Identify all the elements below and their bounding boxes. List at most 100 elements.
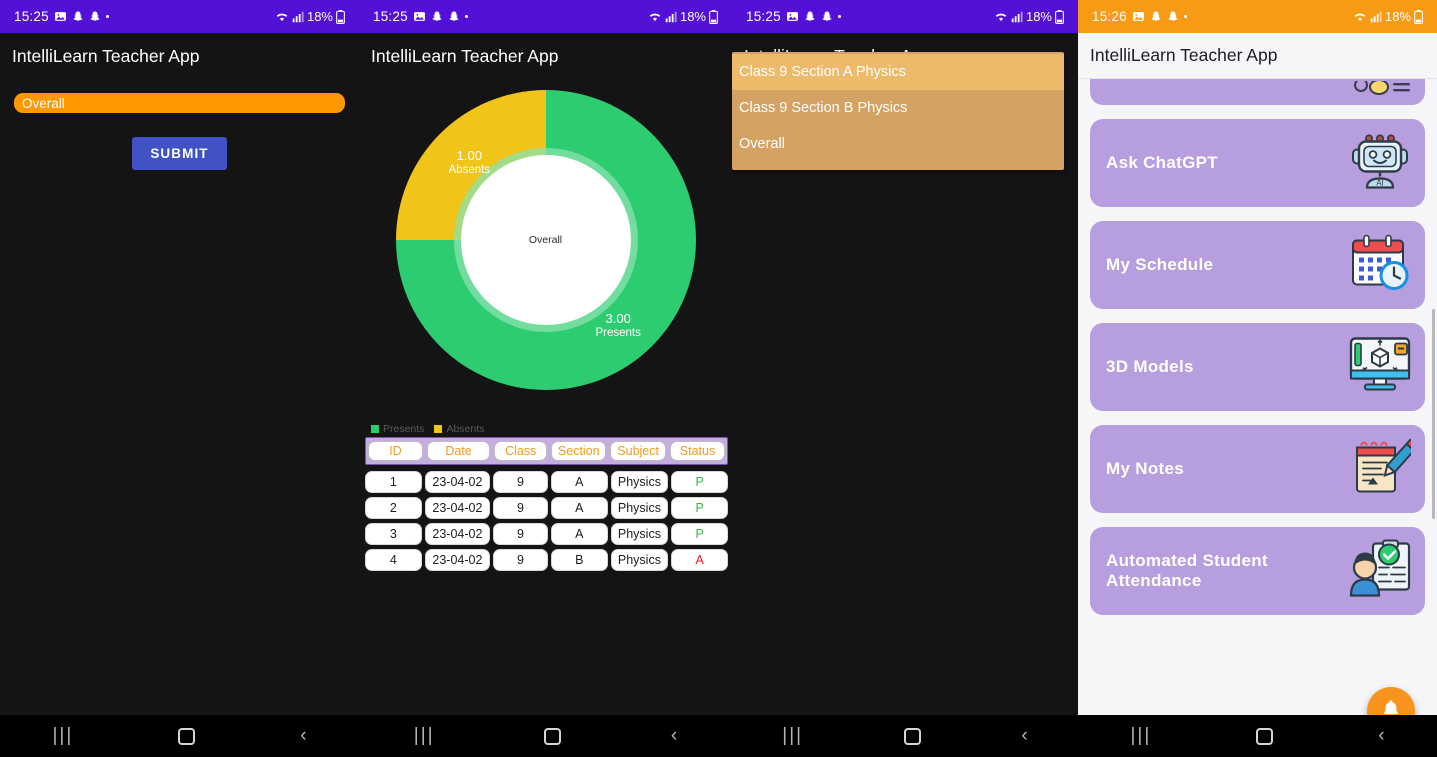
svg-text:AI: AI xyxy=(1376,179,1384,188)
chart-legend: Presents Absents xyxy=(365,419,732,437)
more-dot-icon xyxy=(106,15,109,18)
donut-center-label: Overall xyxy=(529,234,562,246)
battery-icon xyxy=(709,10,718,24)
cell-status: A xyxy=(671,549,728,571)
legend-label-presents: Presents xyxy=(383,423,424,435)
snapchat-icon xyxy=(1150,10,1162,23)
clock: 15:25 xyxy=(373,9,408,24)
cell-class: 9 xyxy=(493,549,548,571)
back-icon[interactable]: ‹ xyxy=(1378,725,1384,747)
status-bar: 15:25 18% xyxy=(732,0,1078,33)
android-nav-bar: ||| ‹ xyxy=(1078,715,1437,757)
cell-section: A xyxy=(551,523,608,545)
col-header-class: Class xyxy=(494,441,547,461)
cell-id: 3 xyxy=(365,523,422,545)
cell-id: 4 xyxy=(365,549,422,571)
clock: 15:25 xyxy=(14,9,49,24)
back-icon[interactable]: ‹ xyxy=(300,725,306,747)
snapchat-icon-2 xyxy=(1167,10,1179,23)
legend-item-absents: Absents xyxy=(434,423,484,435)
status-bar-left: 15:26 xyxy=(1092,9,1187,24)
card-label: 3D Models xyxy=(1106,357,1194,377)
wifi-icon xyxy=(275,11,289,23)
feature-card-ask-chatgpt[interactable]: Ask ChatGPT xyxy=(1090,119,1425,207)
status-bar-left: 15:25 xyxy=(746,9,841,24)
wifi-icon xyxy=(994,11,1008,23)
donut-svg-wrap: Overall 1.00 Absents 3.00 Presents xyxy=(391,85,701,395)
battery-icon xyxy=(336,10,345,24)
home-icon[interactable] xyxy=(544,728,561,745)
signal-icon xyxy=(292,11,304,23)
battery-percent: 18% xyxy=(680,9,706,24)
photo-icon xyxy=(413,10,426,23)
status-bar: 15:25 18% xyxy=(0,0,359,33)
vertical-scrollbar[interactable] xyxy=(1432,309,1435,519)
cell-date: 23-04-02 xyxy=(425,471,490,493)
android-nav-bar: ||| ‹ xyxy=(359,715,732,757)
more-dot-icon xyxy=(838,15,841,18)
cell-class: 9 xyxy=(493,523,548,545)
status-bar: 15:25 18% xyxy=(359,0,732,33)
back-icon[interactable]: ‹ xyxy=(671,725,677,747)
monitor-cube-icon xyxy=(1349,337,1411,398)
back-icon[interactable]: ‹ xyxy=(1021,725,1027,747)
class-spinner[interactable]: Overall xyxy=(14,93,345,113)
screenshot-root: 15:25 18% IntelliLearn Teacher App Overa… xyxy=(0,0,1437,757)
recents-icon[interactable]: ||| xyxy=(1130,725,1151,747)
dropdown-option-class-9-a[interactable]: Class 9 Section A Physics xyxy=(732,54,1064,90)
calendar-clock-icon xyxy=(1351,235,1411,296)
spinner-value: Overall xyxy=(22,96,65,111)
cell-subject: Physics xyxy=(611,523,669,545)
recents-icon[interactable]: ||| xyxy=(782,725,803,747)
status-bar-right: 18% xyxy=(994,9,1064,24)
battery-icon xyxy=(1414,10,1423,24)
signal-icon xyxy=(1011,11,1023,23)
cell-status: P xyxy=(671,497,728,519)
recents-icon[interactable]: ||| xyxy=(52,725,73,747)
legend-swatch-absents xyxy=(434,425,442,433)
home-icon[interactable] xyxy=(1256,728,1273,745)
cell-section: A xyxy=(551,497,608,519)
home-icon[interactable] xyxy=(178,728,195,745)
snapchat-icon xyxy=(72,10,84,23)
legend-label-absents: Absents xyxy=(446,423,484,435)
photo-icon xyxy=(54,10,67,23)
feature-card-partial[interactable] xyxy=(1090,79,1425,105)
feature-card-my-schedule[interactable]: My Schedule xyxy=(1090,221,1425,309)
snapchat-icon xyxy=(431,10,443,23)
screen-panel-2: 15:25 18% IntelliLearn Teacher App xyxy=(359,0,732,757)
status-bar-right: 18% xyxy=(648,9,718,24)
recents-icon[interactable]: ||| xyxy=(414,725,435,747)
feature-card-3d-models[interactable]: 3D Models xyxy=(1090,323,1425,411)
status-bar-left: 15:25 xyxy=(14,9,109,24)
cell-subject: Physics xyxy=(611,471,669,493)
feature-card-my-notes[interactable]: My Notes xyxy=(1090,425,1425,513)
battery-icon xyxy=(1055,10,1064,24)
col-header-id: ID xyxy=(368,441,423,461)
notepad-pencil-icon xyxy=(1349,438,1411,501)
submit-button[interactable]: SUBMIT xyxy=(132,137,226,170)
card-label: Automated Student Attendance xyxy=(1106,551,1301,590)
android-nav-bar: ||| ‹ xyxy=(0,715,359,757)
screen-panel-1: 15:25 18% IntelliLearn Teacher App Overa… xyxy=(0,0,359,757)
dropdown-option-class-9-b[interactable]: Class 9 Section B Physics xyxy=(732,90,1064,126)
app-header: IntelliLearn Teacher App xyxy=(0,33,359,79)
feature-card-list[interactable]: Ask ChatGPT xyxy=(1078,79,1437,757)
attendance-donut-chart: Overall 1.00 Absents 3.00 Presents xyxy=(359,79,732,419)
col-header-status: Status xyxy=(670,441,725,461)
partial-card-icon xyxy=(1351,81,1411,105)
table-row: 1 23-04-02 9 A Physics P xyxy=(365,471,728,493)
attendance-table: ID Date Class Section Subject Status 1 2… xyxy=(365,437,728,571)
android-nav-bar: ||| ‹ xyxy=(732,715,1078,757)
feature-card-automated-student-attendance[interactable]: Automated Student Attendance xyxy=(1090,527,1425,615)
cell-date: 23-04-02 xyxy=(425,497,490,519)
dropdown-option-overall[interactable]: Overall xyxy=(732,126,1064,162)
wifi-icon xyxy=(648,11,662,23)
cell-class: 9 xyxy=(493,471,548,493)
class-dropdown-menu[interactable]: Class 9 Section A Physics Class 9 Sectio… xyxy=(732,52,1064,170)
home-icon[interactable] xyxy=(904,728,921,745)
table-header-row: ID Date Class Section Subject Status xyxy=(365,437,728,465)
clock: 15:26 xyxy=(1092,9,1127,24)
snapchat-icon-2 xyxy=(448,10,460,23)
cell-date: 23-04-02 xyxy=(425,549,490,571)
